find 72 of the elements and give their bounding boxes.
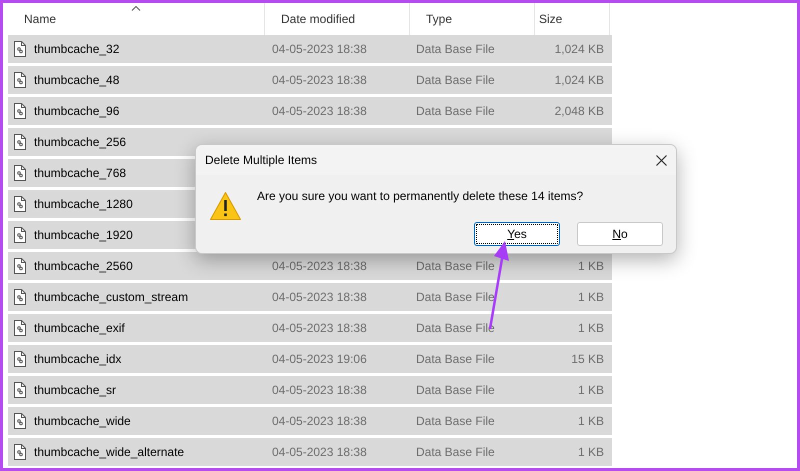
- file-icon: [14, 258, 26, 274]
- file-icon: [14, 196, 26, 212]
- date-modified: 04-05-2023 18:38: [272, 259, 367, 273]
- file-icon: [14, 413, 26, 429]
- date-modified: 04-05-2023 18:38: [272, 445, 367, 459]
- file-type: Data Base File: [416, 42, 495, 56]
- file-name: thumbcache_32: [34, 41, 120, 58]
- date-modified: 04-05-2023 18:38: [272, 414, 367, 428]
- file-name: thumbcache_256: [34, 134, 126, 151]
- file-size: 1,024 KB: [554, 72, 604, 89]
- date-modified: 04-05-2023 18:38: [272, 321, 367, 335]
- file-name: thumbcache_1920: [34, 227, 133, 244]
- file-size: 1 KB: [578, 382, 604, 399]
- file-row[interactable]: thumbcache_sr 04-05-2023 18:38 Data Base File 1 KB: [8, 376, 612, 404]
- file-icon: [14, 227, 26, 243]
- sort-chevron-icon: [132, 6, 140, 11]
- file-row[interactable]: thumbcache_48 04-05-2023 18:38 Data Base File 1,024 KB: [8, 66, 612, 94]
- file-icon: [14, 320, 26, 336]
- file-icon: [14, 382, 26, 398]
- file-name: thumbcache_sr: [34, 382, 116, 399]
- date-modified: 04-05-2023 18:38: [272, 104, 367, 118]
- file-type: Data Base File: [416, 73, 495, 87]
- file-size: 1 KB: [578, 320, 604, 337]
- file-type: Data Base File: [416, 414, 495, 428]
- file-type: Data Base File: [416, 259, 495, 273]
- file-icon: [14, 41, 26, 57]
- file-name: thumbcache_2560: [34, 258, 133, 275]
- dialog-message: Are you sure you want to permanently delete these 14 items?: [257, 188, 584, 205]
- file-size: 2,048 KB: [554, 103, 604, 120]
- file-name: thumbcache_idx: [34, 351, 122, 368]
- file-row[interactable]: thumbcache_custom_stream 04-05-2023 18:38 Data Base File 1 KB: [8, 283, 612, 311]
- date-modified: 04-05-2023 18:38: [272, 73, 367, 87]
- file-size: 1 KB: [578, 413, 604, 430]
- file-icon: [14, 444, 26, 460]
- date-modified: 04-05-2023 18:38: [272, 290, 367, 304]
- file-name: thumbcache_exif: [34, 320, 125, 337]
- file-size: 1 KB: [578, 444, 604, 461]
- file-name: thumbcache_custom_stream: [34, 289, 188, 306]
- file-type: Data Base File: [416, 352, 495, 366]
- file-icon: [14, 289, 26, 305]
- close-icon[interactable]: [656, 154, 667, 166]
- file-size: 1,024 KB: [554, 41, 604, 58]
- file-name: thumbcache_1280: [34, 196, 133, 213]
- file-icon: [14, 72, 26, 88]
- file-row[interactable]: thumbcache_wide 04-05-2023 18:38 Data Base File 1 KB: [8, 407, 612, 435]
- file-icon: [14, 165, 26, 181]
- file-icon: [14, 134, 26, 150]
- file-name: thumbcache_wide: [34, 413, 131, 430]
- file-row[interactable]: thumbcache_2560 04-05-2023 18:38 Data Base File 1 KB: [8, 252, 612, 280]
- file-type: Data Base File: [416, 290, 495, 304]
- file-icon: [14, 103, 26, 119]
- file-type: Data Base File: [416, 383, 495, 397]
- file-type: Data Base File: [416, 104, 495, 118]
- file-name: thumbcache_96: [34, 103, 120, 120]
- file-row[interactable]: thumbcache_96 04-05-2023 18:38 Data Base File 2,048 KB: [8, 97, 612, 125]
- dialog-button[interactable]: Yes: [474, 222, 560, 246]
- file-row[interactable]: thumbcache_idx 04-05-2023 19:06 Data Base File 15 KB: [8, 345, 612, 373]
- warning-icon: [209, 191, 242, 221]
- date-modified: 04-05-2023 19:06: [272, 352, 367, 366]
- date-modified: 04-05-2023 18:38: [272, 42, 367, 56]
- file-name: thumbcache_48: [34, 72, 120, 89]
- file-type: Data Base File: [416, 445, 495, 459]
- file-size: 15 KB: [571, 351, 604, 368]
- file-name: thumbcache_wide_alternate: [34, 444, 184, 461]
- file-name: thumbcache_768: [34, 165, 126, 182]
- date-modified: 04-05-2023 18:38: [272, 383, 367, 397]
- file-row[interactable]: thumbcache_wide_alternate 04-05-2023 18:38 Data Base File 1 KB: [8, 438, 612, 466]
- file-size: 1 KB: [578, 289, 604, 306]
- file-icon: [14, 351, 26, 367]
- dialog-button[interactable]: No: [577, 222, 663, 246]
- file-size: 1 KB: [578, 258, 604, 275]
- file-row[interactable]: thumbcache_32 04-05-2023 18:38 Data Base File 1,024 KB: [8, 35, 612, 63]
